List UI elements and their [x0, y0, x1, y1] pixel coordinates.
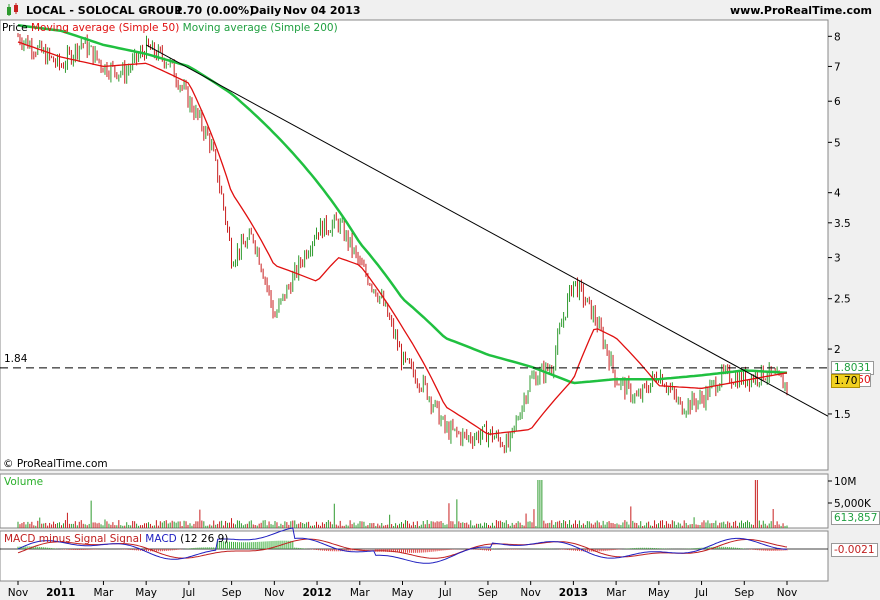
volume-tick-label: 5,000K [834, 498, 872, 510]
y-tick-label: 8 [834, 31, 841, 43]
x-tick-label: May [392, 587, 414, 599]
y-tick-label: 5 [834, 137, 841, 149]
y-tick-label: 7 [834, 61, 841, 73]
x-tick-label: Jul [438, 587, 452, 599]
x-tick-label: Sep [734, 587, 754, 599]
legend-signal: Signal [109, 533, 142, 545]
y-tick-label: 2.5 [834, 294, 851, 306]
price-change: 1.70 (0.00%) [175, 4, 255, 17]
y-tick-label: 2 [834, 344, 841, 356]
source-link[interactable]: www.ProRealTime.com [730, 4, 872, 17]
x-tick-label: Nov [8, 587, 29, 599]
x-tick-label: Nov [520, 587, 541, 599]
y-tick-label: 3 [834, 253, 841, 265]
x-tick-label: Mar [606, 587, 626, 599]
x-tick-label: Nov [777, 587, 798, 599]
symbol-title: LOCAL - SOLOCAL GROUP [26, 4, 183, 17]
x-tick-label: Jul [694, 587, 708, 599]
legend-ma200: Moving average (Simple 200) [182, 22, 338, 34]
y-tick-label: 6 [834, 96, 841, 108]
x-tick-label: Sep [478, 587, 498, 599]
y-tick-label: 4 [834, 188, 841, 200]
legend-ma50: Moving average (Simple 50) [30, 22, 180, 34]
legend-price: Price [2, 22, 28, 34]
x-tick-label: Nov [264, 587, 285, 599]
x-tick-label: Mar [94, 587, 114, 599]
x-tick-label: Sep [222, 587, 242, 599]
volume-legend: Volume [4, 476, 44, 488]
legend-macd-params: (12 26 9) [180, 533, 229, 545]
period-label: Daily [250, 4, 282, 17]
volume-tick-label: 10M [834, 476, 856, 488]
x-tick-label: Jul [182, 587, 196, 599]
x-tick-label: 2013 [559, 587, 588, 599]
price-legend: Price Moving average (Simple 50) Moving … [2, 22, 338, 34]
x-tick-label: 2011 [46, 587, 75, 599]
price-value-box: 1.70 [831, 374, 861, 388]
hline-label: 1.84 [4, 353, 28, 365]
y-tick-label: 3.5 [834, 218, 851, 230]
macd-value-box: -0.0021 [831, 543, 878, 557]
x-tick-label: May [135, 587, 157, 599]
x-tick-label: 2012 [302, 587, 331, 599]
volume-value-box: 613,857 [831, 511, 880, 525]
candlestick-logo-icon [7, 3, 18, 16]
x-tick-label: Mar [350, 587, 370, 599]
copyright: © ProRealTime.com [3, 458, 108, 470]
legend-macd: MACD [145, 533, 177, 545]
chart-canvas: 8 7 6 5 4 3.5 3 2.5 2 1.5 Nov 2011 Mar May Jul Sep Nov 20… [0, 19, 872, 599]
macd-legend: MACD minus Signal Signal MACD (12 26 9) [4, 533, 228, 545]
chart-root: 8 7 6 5 4 3.5 3 2.5 2 1.5 Nov 2011 Mar May Jul Sep Nov 20… [0, 0, 880, 600]
x-tick-label: May [648, 587, 670, 599]
volume-panel [0, 473, 829, 529]
y-tick-label: 1.5 [834, 409, 851, 421]
title-bar: LOCAL - SOLOCAL GROUP 1.70 (0.00%) Daily… [0, 0, 880, 20]
legend-macd-hist: MACD minus Signal [4, 533, 107, 545]
date-label: Nov 04 2013 [283, 4, 361, 17]
